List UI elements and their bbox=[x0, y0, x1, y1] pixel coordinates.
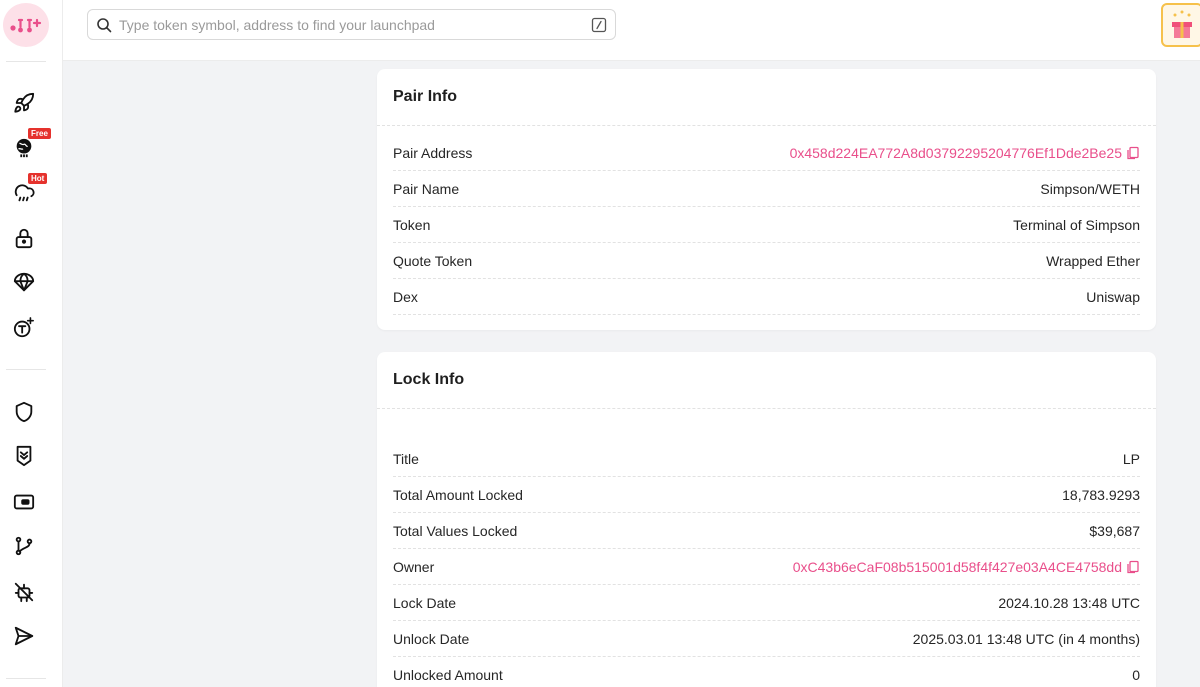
total-values-locked-value: $39,687 bbox=[1089, 522, 1140, 539]
unlock-date-row: Unlock Date 2025.03.01 13:48 UTC (in 4 m… bbox=[393, 621, 1140, 657]
row-label: Quote Token bbox=[393, 252, 473, 269]
sidebar-item-airdrop[interactable] bbox=[12, 271, 36, 295]
owner-value: 0xC43b6eCaF08b515001d58f4f427e03A4CE4758… bbox=[793, 559, 1140, 575]
sidebar-item-token[interactable] bbox=[12, 316, 36, 340]
lock-title-value: LP bbox=[1122, 450, 1140, 467]
row-label: Total Amount Locked bbox=[393, 486, 523, 503]
token-value: Terminal of Simpson bbox=[1013, 216, 1140, 233]
sidebar-item-lock[interactable] bbox=[12, 226, 36, 250]
lock-title-row: Title LP bbox=[393, 441, 1140, 477]
sidebar-divider bbox=[6, 61, 46, 62]
row-label: Owner bbox=[393, 558, 435, 575]
shield-chevrons-icon bbox=[16, 445, 32, 467]
shield-icon bbox=[15, 401, 33, 423]
sidebar-item-launchpad[interactable] bbox=[12, 91, 36, 115]
search-input[interactable] bbox=[119, 16, 591, 33]
gift-icon bbox=[1172, 10, 1192, 38]
lock-icon bbox=[15, 228, 33, 249]
token-sparkle-icon bbox=[13, 317, 34, 338]
dex-row: Dex Uniswap bbox=[393, 279, 1140, 315]
sidebar-item-telegram[interactable] bbox=[12, 624, 36, 648]
sidebar-item-ads[interactable] bbox=[12, 490, 36, 514]
row-label: Dex bbox=[393, 288, 418, 305]
slash-shortcut-icon bbox=[591, 17, 607, 33]
top-bar bbox=[63, 0, 1200, 61]
row-label: Unlocked Amount bbox=[393, 666, 503, 683]
pair-address-link[interactable]: 0x458d224EA772A8d03792295204776Ef1Dde2Be… bbox=[790, 145, 1122, 161]
row-label: Pair Name bbox=[393, 180, 460, 197]
card-icon bbox=[13, 494, 35, 510]
sidebar-item-audit[interactable] bbox=[12, 400, 36, 424]
unlock-date-value: 2025.03.01 13:48 UTC (in 4 months) bbox=[912, 630, 1140, 647]
gift-button[interactable] bbox=[1161, 3, 1200, 47]
free-badge: Free bbox=[28, 128, 51, 139]
row-label: Unlock Date bbox=[393, 630, 470, 647]
sidebar-divider bbox=[6, 369, 46, 370]
rocket-icon bbox=[14, 92, 35, 113]
row-label: Token bbox=[393, 216, 431, 233]
hot-badge: Hot bbox=[28, 173, 48, 184]
send-icon bbox=[14, 626, 34, 646]
lock-date-row: Lock Date 2024.10.28 13:48 UTC bbox=[393, 585, 1140, 621]
dex-value: Uniswap bbox=[1086, 288, 1140, 305]
total-amount-locked-row: Total Amount Locked 18,783.9293 bbox=[393, 477, 1140, 513]
git-branch-icon bbox=[15, 536, 33, 556]
sidebar-item-multisend[interactable] bbox=[12, 534, 36, 558]
search-box[interactable] bbox=[87, 9, 616, 40]
pair-address-row: Pair Address 0x458d224EA772A8d0379229520… bbox=[393, 135, 1140, 171]
copy-icon[interactable] bbox=[1126, 146, 1140, 160]
lock-date-value: 2024.10.28 13:48 UTC bbox=[998, 594, 1140, 611]
globe-icon bbox=[16, 138, 32, 158]
sidebar-item-free[interactable] bbox=[12, 136, 36, 160]
copy-icon[interactable] bbox=[1126, 560, 1140, 574]
row-label: Pair Address bbox=[393, 144, 473, 161]
quote-token-row: Quote Token Wrapped Ether bbox=[393, 243, 1140, 279]
token-row: Token Terminal of Simpson bbox=[393, 207, 1140, 243]
row-label: Total Values Locked bbox=[393, 522, 518, 539]
total-amount-locked-value: 18,783.9293 bbox=[1062, 486, 1140, 503]
pair-name-value: Simpson/WETH bbox=[1040, 180, 1140, 197]
logo[interactable] bbox=[3, 3, 49, 47]
lock-info-title: Lock Info bbox=[377, 352, 1156, 409]
pair-info-title: Pair Info bbox=[377, 69, 1156, 126]
sidebar-divider bbox=[6, 678, 46, 679]
cloud-rain-icon bbox=[14, 184, 35, 202]
sidebar-item-hot[interactable] bbox=[12, 181, 36, 205]
no-bot-icon bbox=[14, 582, 34, 603]
row-label: Title bbox=[393, 450, 419, 467]
quote-token-value: Wrapped Ether bbox=[1046, 252, 1140, 269]
owner-row: Owner 0xC43b6eCaF08b515001d58f4f427e03A4… bbox=[393, 549, 1140, 585]
sidebar: Free Hot bbox=[0, 0, 63, 687]
unlocked-amount-row: Unlocked Amount 0 bbox=[393, 657, 1140, 687]
sidebar-item-antibot[interactable] bbox=[12, 580, 36, 604]
total-values-locked-row: Total Values Locked $39,687 bbox=[393, 513, 1140, 549]
pair-address-value: 0x458d224EA772A8d03792295204776Ef1Dde2Be… bbox=[790, 145, 1140, 161]
logo-face-icon bbox=[10, 18, 42, 33]
search-icon bbox=[96, 17, 112, 33]
lock-info-card: Lock Info Title LP Total Amount Locked 1… bbox=[377, 352, 1156, 687]
unlocked-amount-value: 0 bbox=[1132, 666, 1140, 683]
sidebar-item-kyc[interactable] bbox=[12, 444, 36, 468]
row-label: Lock Date bbox=[393, 594, 457, 611]
pair-name-row: Pair Name Simpson/WETH bbox=[393, 171, 1140, 207]
owner-address-link[interactable]: 0xC43b6eCaF08b515001d58f4f427e03A4CE4758… bbox=[793, 559, 1122, 575]
pair-info-card: Pair Info Pair Address 0x458d224EA772A8d… bbox=[377, 69, 1156, 330]
parachute-icon bbox=[13, 272, 35, 292]
